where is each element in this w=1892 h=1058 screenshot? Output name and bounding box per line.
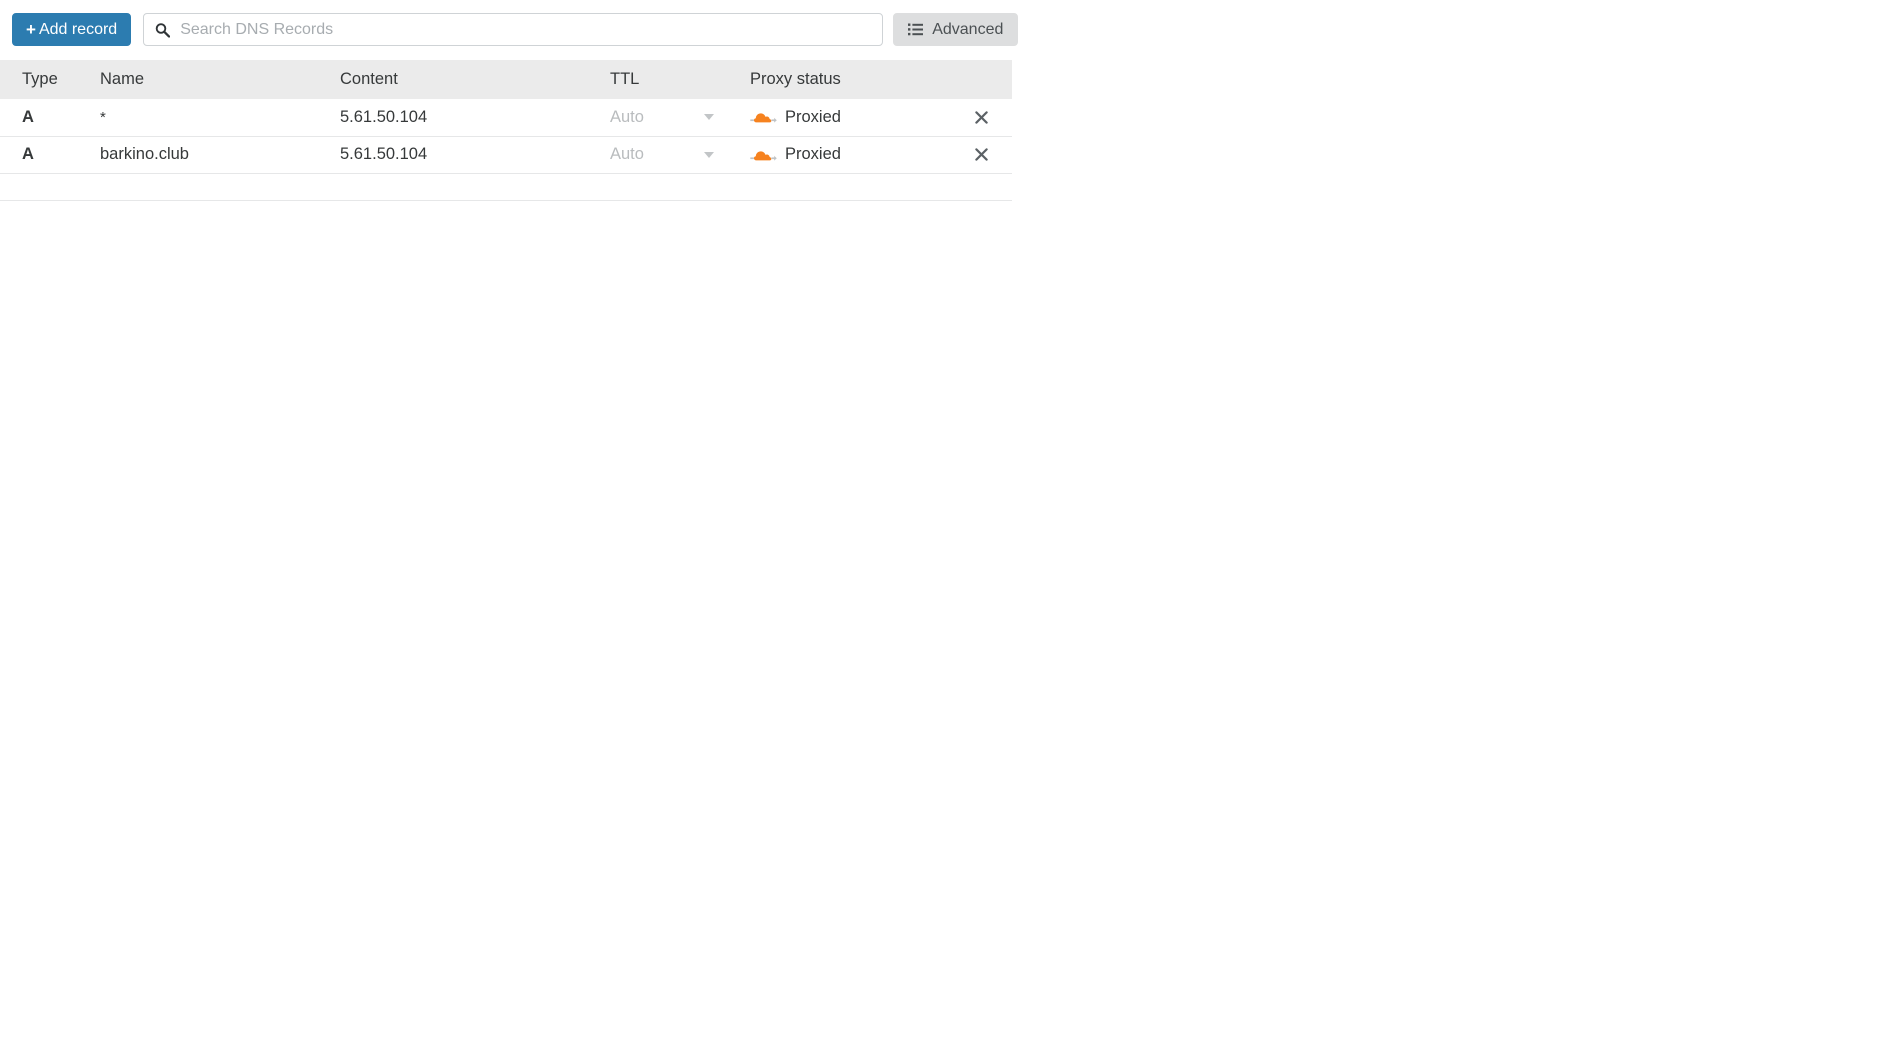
delete-record-button[interactable] xyxy=(970,106,992,128)
dns-records-page: + Add record Advanced Ty xyxy=(0,0,1892,1058)
ttl-value: Auto xyxy=(610,107,644,126)
plus-icon: + xyxy=(26,20,36,39)
advanced-button[interactable]: Advanced xyxy=(893,13,1019,46)
cloudflare-cloud-icon xyxy=(750,151,777,161)
cell-type: A xyxy=(0,135,100,173)
table-row[interactable]: A barkino.club 5.61.50.104 Auto Proxied xyxy=(0,135,1012,173)
ttl-dropdown[interactable]: Auto xyxy=(610,108,718,127)
proxy-status-label: Proxied xyxy=(785,145,841,164)
search-input[interactable] xyxy=(143,13,884,46)
dns-toolbar: + Add record Advanced xyxy=(0,0,1892,48)
cell-delete xyxy=(950,99,1012,136)
table-body: A * 5.61.50.104 Auto Proxied A barkino.c… xyxy=(0,99,1012,173)
cell-delete xyxy=(950,135,1012,173)
cell-name: barkino.club xyxy=(100,135,340,173)
advanced-label: Advanced xyxy=(932,20,1004,38)
chevron-down-icon xyxy=(704,151,714,158)
column-header-type: Type xyxy=(22,70,58,88)
chevron-down-icon xyxy=(704,114,714,121)
cell-proxy-status: Proxied xyxy=(750,99,950,136)
add-record-button[interactable]: + Add record xyxy=(12,13,132,46)
proxy-status-label: Proxied xyxy=(785,107,841,126)
column-header-name: Name xyxy=(100,70,145,88)
record-name-value: barkino.club xyxy=(100,145,189,164)
column-header-ttl: TTL xyxy=(610,70,640,88)
record-name-value: * xyxy=(100,108,106,126)
proxy-status-toggle[interactable]: Proxied xyxy=(750,145,950,164)
cell-proxy-status: Proxied xyxy=(750,135,950,173)
close-icon xyxy=(974,110,988,124)
cell-content: 5.61.50.104 xyxy=(340,135,610,173)
add-record-label: Add record xyxy=(38,20,118,38)
dns-records-table: Type Name Content TTL Proxy status A * 5… xyxy=(0,60,1012,173)
cloudflare-cloud-icon xyxy=(750,113,777,123)
column-header-proxy-status: Proxy status xyxy=(750,70,841,88)
cell-type: A xyxy=(22,107,34,126)
proxy-status-toggle[interactable]: Proxied xyxy=(750,108,950,127)
table-header: Type Name Content TTL Proxy status xyxy=(0,60,1012,99)
ttl-dropdown[interactable]: Auto xyxy=(610,145,718,164)
table-row[interactable]: A * 5.61.50.104 Auto Proxied xyxy=(0,99,1012,136)
column-header-actions xyxy=(950,60,1012,99)
ttl-value: Auto xyxy=(610,145,644,164)
search-field-wrapper xyxy=(143,13,884,46)
cell-name: * xyxy=(100,99,340,136)
delete-record-button[interactable] xyxy=(970,144,992,166)
close-icon xyxy=(974,148,988,161)
cell-ttl: Auto xyxy=(610,135,750,173)
table-footer xyxy=(0,173,1012,201)
list-lines-icon xyxy=(908,23,924,36)
cell-ttl: Auto xyxy=(610,99,750,136)
column-header-content: Content xyxy=(340,70,398,88)
table-header-row: Type Name Content TTL Proxy status xyxy=(0,60,1012,99)
cell-content: 5.61.50.104 xyxy=(340,107,428,126)
